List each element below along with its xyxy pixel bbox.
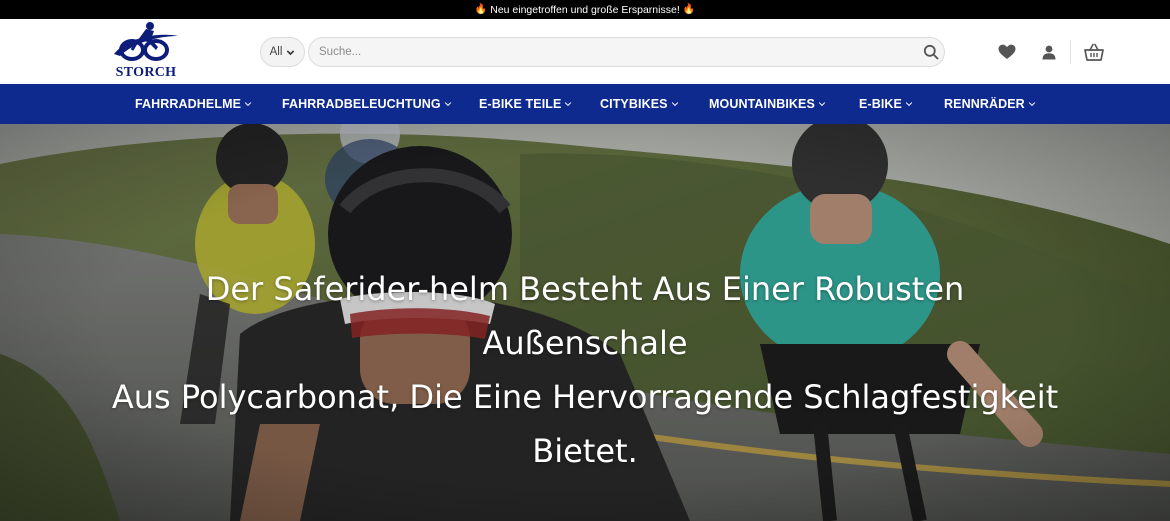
heart-icon [998,44,1016,59]
announcement-bar: 🔥 Neu eingetroffen und große Ersparnisse… [0,0,1170,19]
chevron-down-icon [444,102,451,107]
chevron-down-icon [244,102,252,107]
category-select[interactable]: All [260,37,305,67]
category-select-value: All [269,46,283,58]
hero-banner[interactable]: Der Saferider-helm Besteht Aus Einer Rob… [0,124,1170,521]
nav-item-rennraeder[interactable]: RENNRÄDER [944,84,1036,124]
site-header: STORCH All [0,19,1170,84]
hero-line-1: Der Saferider-helm Besteht Aus Einer Rob… [205,270,965,362]
nav-item-label: CITYBIKES [600,97,668,111]
announcement-text: Neu eingetroffen und große Ersparnisse! [490,3,680,16]
wishlist-button[interactable] [994,39,1020,65]
nav-item-e-bike[interactable]: E-BIKE [859,84,913,124]
cart-button[interactable] [1081,39,1107,65]
nav-item-label: E-BIKE [859,97,902,111]
basket-icon [1084,43,1104,61]
fire-icon: 🔥 [682,3,696,15]
nav-item-citybikes[interactable]: CITYBIKES [600,84,679,124]
fire-icon: 🔥 [474,3,488,15]
nav-item-mountainbikes[interactable]: MOUNTAINBIKES [709,84,826,124]
nav-item-label: E-BIKE TEILE [479,97,562,111]
header-icons [994,39,1107,65]
nav-item-e-bike-teile[interactable]: E-BIKE TEILE [479,84,572,124]
search-button[interactable] [922,43,940,61]
hero-headline: Der Saferider-helm Besteht Aus Einer Rob… [100,262,1070,478]
chevron-down-icon [671,102,678,107]
user-icon [1042,45,1056,59]
hero-line-2: Aus Polycarbonat, Die Eine Hervorragende… [111,378,1059,416]
logo-text: STORCH [115,65,177,80]
search-bar: All [260,37,946,67]
nav-item-label: FAHRRADHELME [135,97,242,111]
chevron-down-icon [287,49,295,55]
account-button[interactable] [1036,39,1062,65]
cyclist-logo-icon [114,22,178,61]
chevron-down-icon [1028,102,1035,107]
search-icon [923,44,939,60]
nav-item-fahrradbeleuchtung[interactable]: FAHRRADBELEUCHTUNG [282,84,452,124]
chevron-down-icon [565,102,572,107]
nav-item-label: FAHRRADBELEUCHTUNG [282,97,441,111]
nav-item-label: MOUNTAINBIKES [709,97,815,111]
main-nav: FAHRRADHELME FAHRRADBELEUCHTUNG E-BIKE T… [0,84,1170,124]
chevron-down-icon [818,102,826,107]
search-input[interactable] [308,37,945,67]
header-divider [1070,40,1071,64]
nav-item-label: RENNRÄDER [944,97,1025,111]
logo[interactable]: STORCH [108,20,184,82]
hero-line-3: Bietet. [532,432,638,470]
chevron-down-icon [905,102,913,107]
nav-item-fahrradhelme[interactable]: FAHRRADHELME [135,84,252,124]
